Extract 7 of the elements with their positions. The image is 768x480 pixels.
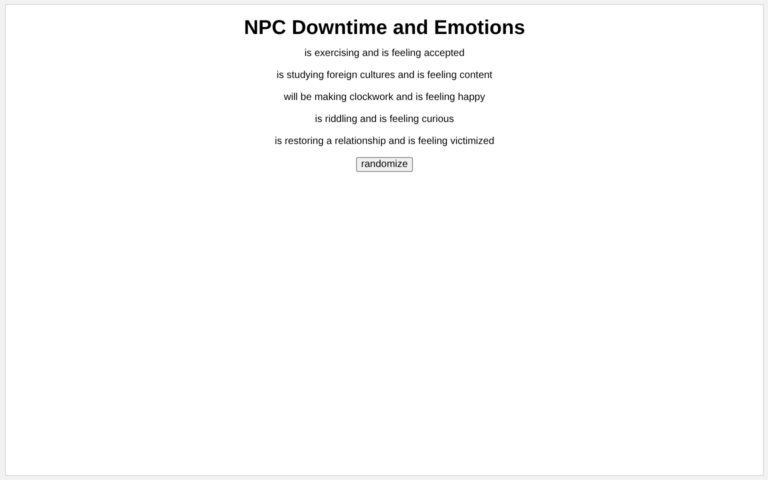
npc-line: will be making clockwork and is feeling happy	[284, 92, 486, 103]
randomize-button[interactable]: randomize	[356, 157, 413, 172]
npc-line: is restoring a relationship and is feeling victimized	[274, 136, 494, 147]
npc-line: is studying foreign cultures and is feeling content	[276, 70, 492, 81]
npc-line: is exercising and is feeling accepted	[304, 48, 465, 59]
page-title: NPC Downtime and Emotions	[244, 17, 526, 40]
npc-line: is riddling and is feeling curious	[315, 114, 454, 125]
